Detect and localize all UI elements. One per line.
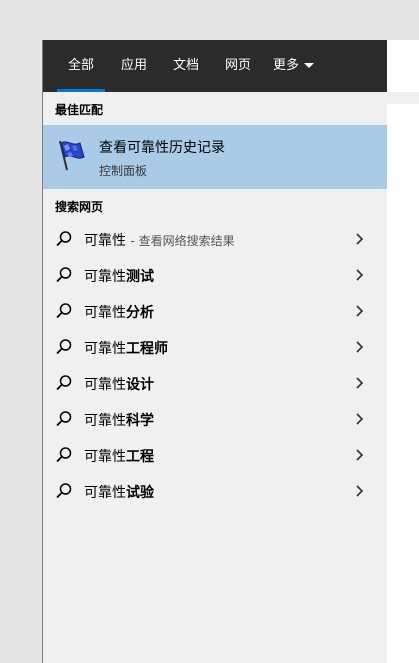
web-result-completion: 分析 [126,305,154,321]
web-result-item[interactable]: 可靠性设计 [43,365,387,401]
chevron-right-icon [356,305,364,317]
web-result-prefix: 可靠性 [84,341,126,357]
tab-all[interactable]: 全部 [57,40,105,92]
search-icon [56,483,72,499]
tab-more-label: 更多 [273,58,300,73]
chevron-right-icon [356,269,364,281]
web-result-label: 可靠性设计 [84,374,154,394]
search-icon [56,375,72,391]
background-window-header [387,92,419,104]
web-result-completion: 设计 [126,377,154,393]
background-window [387,40,419,663]
chevron-right-icon [356,449,364,461]
web-result-label: 可靠性分析 [84,302,154,322]
chevron-right-icon [356,233,364,245]
tab-web[interactable]: 网页 [221,40,255,92]
web-result-item[interactable]: 可靠性工程师 [43,329,387,365]
web-result-label: 可靠性工程 [84,446,154,466]
chevron-right-icon [356,413,364,425]
web-result-label: 可靠性科学 [84,410,154,430]
search-icon [56,411,72,427]
chevron-right-icon [356,341,364,353]
tab-more[interactable]: 更多 [273,40,321,92]
web-result-prefix: 可靠性 [84,449,126,465]
web-result-item[interactable]: 可靠性测试 [43,257,387,293]
chevron-right-icon [356,485,364,497]
search-icon [56,447,72,463]
search-panel: 全部 应用 文档 网页 更多 最佳匹配 查看可靠性历史记录 控制面板 搜索网页 [42,40,387,663]
web-result-completion: 测试 [126,269,154,285]
best-match-subtitle: 控制面板 [99,164,148,178]
web-result-prefix: 可靠性 [84,413,126,429]
web-result-item[interactable]: 可靠性试验 [43,473,387,509]
web-result-term: 可靠性 [84,233,126,249]
web-result-label: 可靠性测试 [84,266,154,286]
web-result-item[interactable]: 可靠性分析 [43,293,387,329]
tab-documents[interactable]: 文档 [169,40,203,92]
search-icon [56,231,72,247]
web-result-item[interactable]: 可靠性 - 查看网络搜索结果 [43,221,387,257]
search-icon [56,303,72,319]
web-result-label: 可靠性试验 [84,482,154,502]
search-icon [56,267,72,283]
web-result-completion: 工程师 [126,341,168,357]
web-result-hint: - 查看网络搜索结果 [130,234,235,248]
web-result-prefix: 可靠性 [84,269,126,285]
search-icon [56,339,72,355]
web-result-completion: 试验 [126,485,154,501]
web-result-label: 可靠性工程师 [84,338,168,358]
web-result-completion: 科学 [126,413,154,429]
best-match-item[interactable]: 查看可靠性历史记录 控制面板 [43,125,387,189]
tab-apps[interactable]: 应用 [117,40,151,92]
best-match-heading: 最佳匹配 [55,103,104,117]
best-match-title: 查看可靠性历史记录 [99,140,225,156]
reliability-flag-icon [59,140,85,171]
web-result-item[interactable]: 可靠性科学 [43,401,387,437]
search-filter-bar: 全部 应用 文档 网页 更多 [43,40,387,92]
chevron-right-icon [356,377,364,389]
web-result-prefix: 可靠性 [84,485,126,501]
chevron-down-icon [304,63,315,68]
web-result-item[interactable]: 可靠性工程 [43,437,387,473]
desktop-background: 全部 应用 文档 网页 更多 最佳匹配 查看可靠性历史记录 控制面板 搜索网页 [0,0,419,663]
web-search-heading: 搜索网页 [55,200,104,214]
web-result-prefix: 可靠性 [84,377,126,393]
web-result-completion: 工程 [126,449,154,465]
web-result-label: 可靠性 - 查看网络搜索结果 [84,230,235,250]
web-result-prefix: 可靠性 [84,305,126,321]
